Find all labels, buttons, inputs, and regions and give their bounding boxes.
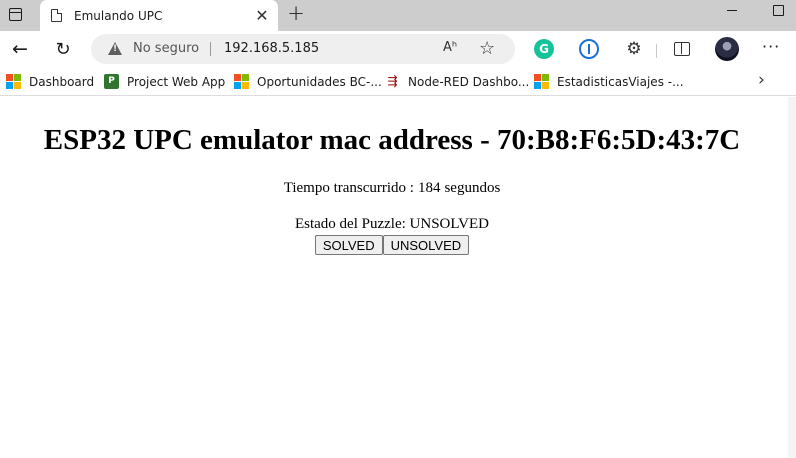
elapsed-unit: segundos	[444, 180, 501, 196]
bookmark-estadisticas[interactable]: EstadisticasViajes -...	[534, 73, 684, 90]
bookmarks-bar: Dashboard P Project Web App Oportunidade…	[0, 67, 796, 96]
split-screen-icon[interactable]	[672, 39, 692, 59]
page-content: ESP32 UPC emulator mac address - 70:B8:F…	[0, 97, 796, 458]
star-icon[interactable]: ☆	[479, 38, 495, 59]
warning-triangle-icon[interactable]	[108, 42, 122, 55]
minimize-icon[interactable]	[722, 0, 742, 20]
puzzle-state-value: UNSOLVED	[409, 216, 489, 232]
bookmark-label: EstadisticasViajes -...	[557, 74, 684, 89]
puzzle-state-label: Estado del Puzzle:	[294, 216, 406, 232]
microsoft-icon	[6, 74, 21, 89]
scrollbar[interactable]	[788, 97, 796, 458]
toolbar-divider	[656, 44, 657, 58]
tab-active[interactable]: Emulando UPC ✕	[40, 0, 278, 31]
page-title: ESP32 UPC emulator mac address - 70:B8:F…	[43, 124, 741, 156]
microsoft-icon	[234, 74, 249, 89]
1password-icon[interactable]	[579, 39, 599, 59]
puzzle-state: Estado del Puzzle: UNSOLVED	[0, 216, 784, 233]
bookmark-label: Node-RED Dashbo...	[408, 74, 530, 89]
chevron-right-icon[interactable]: ›	[758, 70, 765, 90]
bookmark-label: Dashboard	[29, 74, 95, 89]
browser-toolbar: ← ↻ No seguro 192.168.5.185 Aʰ ☆ G ⚙ ···	[0, 31, 796, 67]
more-icon[interactable]: ···	[762, 39, 780, 55]
bookmark-label: Project Web App	[127, 74, 226, 89]
project-icon: P	[104, 74, 119, 89]
bookmark-node-red[interactable]: ⇶ Node-RED Dashbo...	[385, 73, 529, 90]
tab-title: Emulando UPC	[74, 8, 163, 23]
puzzle-buttons: SOLVED UNSOLVED	[0, 235, 784, 255]
bookmark-oportunidades[interactable]: Oportunidades BC-...	[234, 73, 382, 90]
tab-actions-icon[interactable]	[4, 4, 26, 24]
avatar[interactable]	[715, 37, 739, 61]
back-arrow-icon[interactable]: ←	[6, 36, 34, 62]
security-status[interactable]: No seguro	[133, 41, 199, 56]
read-aloud-icon[interactable]: Aʰ	[443, 40, 457, 55]
tab-strip: Emulando UPC ✕ +	[0, 0, 796, 31]
page-icon	[51, 9, 62, 22]
reload-icon[interactable]: ↻	[49, 36, 77, 62]
address-divider	[210, 42, 211, 56]
elapsed-value: 184	[417, 180, 441, 196]
bookmark-label: Oportunidades BC-...	[257, 74, 382, 89]
new-tab-button[interactable]: +	[285, 3, 307, 25]
microsoft-icon	[534, 74, 549, 89]
solved-button[interactable]: SOLVED	[314, 235, 383, 255]
elapsed-label: Tiempo transcurrido :	[283, 180, 414, 196]
maximize-icon[interactable]	[768, 0, 788, 20]
puzzle-icon[interactable]: ⚙	[624, 39, 644, 59]
url-text[interactable]: 192.168.5.185	[224, 41, 319, 56]
close-icon[interactable]: ✕	[254, 7, 270, 24]
node-red-icon: ⇶	[387, 74, 398, 88]
grammarly-icon[interactable]: G	[534, 39, 554, 59]
unsolved-button[interactable]: UNSOLVED	[382, 235, 470, 255]
elapsed-time: Tiempo transcurrido :184 segundos	[0, 180, 784, 197]
address-bar[interactable]: No seguro 192.168.5.185 Aʰ ☆	[91, 34, 515, 64]
bookmark-dashboard[interactable]: Dashboard	[6, 73, 94, 90]
bookmark-project-web-app[interactable]: P Project Web App	[104, 73, 225, 90]
